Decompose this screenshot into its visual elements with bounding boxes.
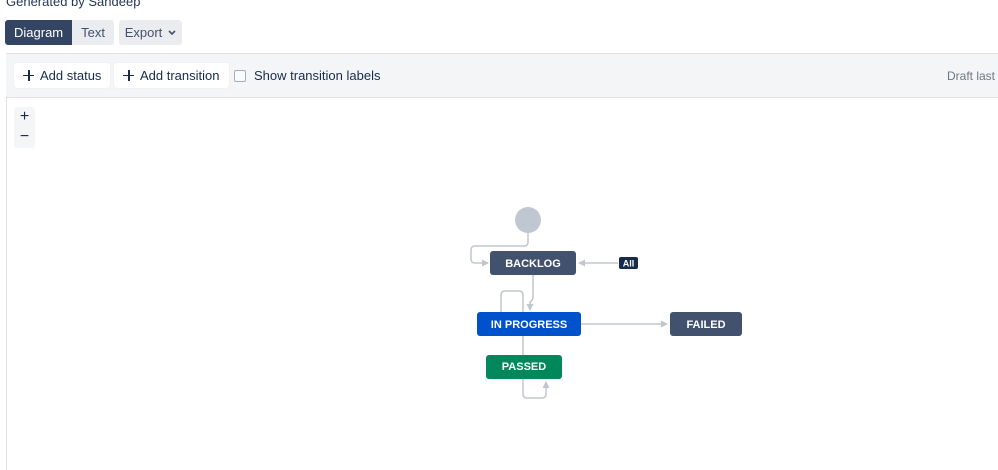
- status-failed-label: FAILED: [686, 319, 725, 331]
- status-passed-label: PASSED: [502, 361, 546, 373]
- inprogress-loop-transition[interactable]: [500, 290, 550, 399]
- all-badge-label: All: [623, 259, 635, 269]
- status-in-progress-label: IN PROGRESS: [491, 319, 567, 331]
- status-in-progress[interactable]: IN PROGRESS: [477, 312, 581, 336]
- status-backlog[interactable]: BACKLOG: [490, 251, 576, 275]
- backlog-to-inprogress-transition[interactable]: [526, 275, 534, 311]
- all-badge[interactable]: All: [619, 257, 638, 269]
- status-passed[interactable]: PASSED: [486, 355, 562, 379]
- start-node[interactable]: [515, 207, 541, 233]
- workflow-diagram: All BACKLOG IN PROGRESS FAILED PASSED: [470, 207, 742, 399]
- status-backlog-label: BACKLOG: [505, 258, 561, 270]
- status-failed[interactable]: FAILED: [670, 312, 742, 336]
